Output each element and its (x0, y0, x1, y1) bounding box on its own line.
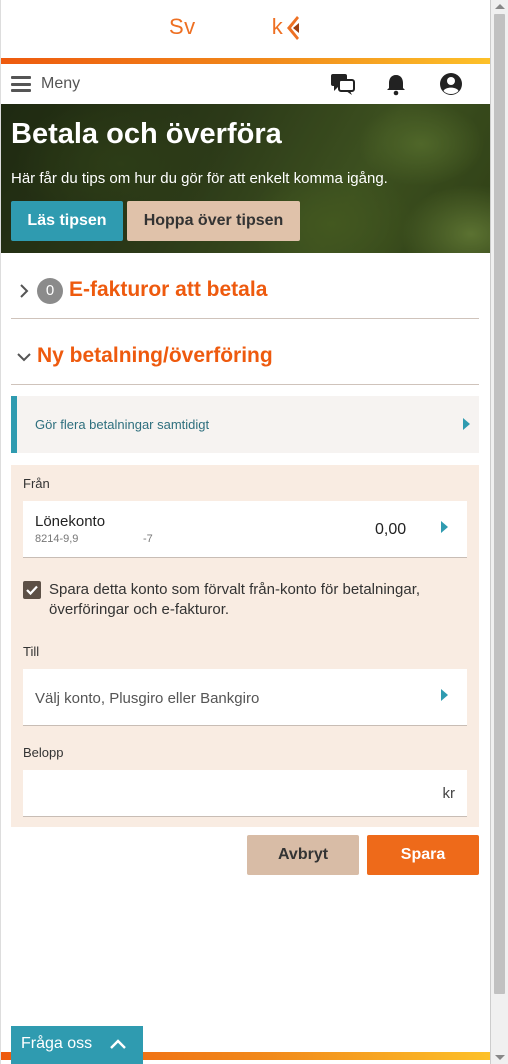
from-account-name: Lönekonto (35, 513, 106, 530)
cancel-button[interactable]: Avbryt (247, 835, 359, 875)
logo-text-left: Sv (169, 14, 196, 39)
ask-us-button[interactable]: Fråga oss (11, 1026, 143, 1064)
hero-banner: Betala och överföra Här får du tips om h… (1, 104, 491, 253)
multiple-payments-link[interactable]: Gör flera betalningar samtidigt (11, 396, 479, 453)
to-account-placeholder: Välj konto, Plusgiro eller Bankgiro (35, 690, 260, 707)
to-account-select[interactable]: Välj konto, Plusgiro eller Bankgiro (23, 669, 467, 726)
efaktura-title: E-fakturor att betala (69, 278, 268, 301)
chevron-up-icon (110, 1039, 126, 1049)
efaktura-count-badge: 0 (37, 278, 63, 304)
hamburger-icon[interactable] (11, 76, 31, 92)
hero-text: Här får du tips om hur du gör för att en… (11, 170, 388, 187)
chevron-right-icon (20, 284, 29, 298)
caret-right-icon (441, 521, 448, 533)
from-account-number: 8214-9,9 (35, 533, 79, 545)
logo[interactable]: Sv k (169, 14, 283, 40)
to-label: Till (23, 644, 40, 659)
scroll-up-arrow-icon[interactable] (495, 4, 505, 9)
read-tips-button[interactable]: Läs tipsen (11, 201, 123, 241)
chat-icon[interactable] (330, 72, 356, 96)
logo-mark-icon (287, 16, 299, 40)
payment-form: Från Lönekonto 8214-9,9 -7 0,00 Spara de… (11, 465, 479, 827)
efaktura-section-header[interactable]: 0 E-fakturor att betala (11, 266, 479, 319)
chevron-down-icon (17, 353, 31, 362)
scrollbar[interactable] (490, 0, 508, 1064)
new-payment-section-header[interactable]: Ny betalning/överföring (11, 332, 479, 385)
from-label: Från (23, 476, 50, 491)
hero-title: Betala och överföra (11, 118, 282, 150)
logo-text-right: k (271, 14, 284, 39)
multiple-payments-label: Gör flera betalningar samtidigt (35, 417, 210, 432)
amount-input[interactable]: kr (23, 770, 467, 817)
scroll-down-arrow-icon[interactable] (495, 1055, 505, 1060)
caret-right-icon (441, 689, 448, 701)
from-account-select[interactable]: Lönekonto 8214-9,9 -7 0,00 (23, 501, 467, 558)
logo-bar: Sv k (1, 0, 491, 58)
ask-us-label: Fråga oss (21, 1035, 93, 1052)
save-button[interactable]: Spara (367, 835, 479, 875)
caret-right-icon (463, 418, 470, 430)
skip-tips-button[interactable]: Hoppa över tipsen (127, 201, 300, 241)
amount-unit: kr (442, 785, 456, 802)
new-payment-title: Ny betalning/överföring (37, 344, 273, 367)
scrollbar-thumb[interactable] (494, 14, 505, 994)
bell-icon[interactable] (383, 72, 409, 96)
from-account-suffix: -7 (143, 533, 153, 545)
menu-label[interactable]: Meny (41, 75, 80, 93)
amount-label: Belopp (23, 745, 64, 760)
top-nav: Meny (1, 64, 491, 104)
from-account-balance: 0,00 (375, 521, 407, 538)
save-default-text: Spara detta konto som förvalt från-konto… (49, 581, 421, 618)
checkmark-icon (26, 585, 38, 596)
page: Sv k Meny Betala och överföra Här får du… (0, 0, 491, 1064)
save-default-checkbox[interactable] (23, 581, 41, 599)
user-icon[interactable] (438, 72, 464, 96)
